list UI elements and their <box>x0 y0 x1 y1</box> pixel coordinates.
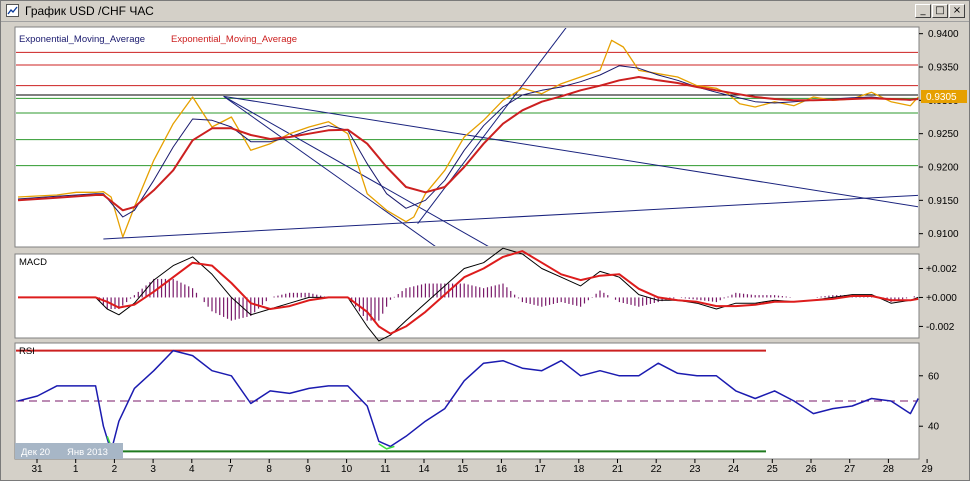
legend-ema-1: Exponential_Moving_Average <box>19 34 145 45</box>
x-tick-2: 2 <box>112 464 118 475</box>
chart-area: Exponential_Moving_Average Exponential_M… <box>1 22 969 480</box>
rsi-ytick-1: 40 <box>928 422 940 433</box>
x-tick-21: 21 <box>612 464 624 475</box>
x-tick-31: 31 <box>31 464 43 475</box>
price-ytick-6: 0.9100 <box>928 229 959 240</box>
x-tick-28: 28 <box>883 464 895 475</box>
chart-window: График USD /CHF ЧАС _ □ × Exponential_Mo… <box>0 0 970 481</box>
rsi-panel[interactable]: RSI 60 40 Дек 20 Янв 2013 <box>14 342 940 460</box>
x-tick-8: 8 <box>266 464 272 475</box>
current-price-label: 0.9305 <box>926 92 957 103</box>
date-label-jan: Янв 2013 <box>67 447 108 458</box>
x-tick-24: 24 <box>728 464 740 475</box>
x-tick-9: 9 <box>305 464 311 475</box>
date-label-box: Дек 20 Янв 2013 <box>15 443 123 459</box>
title-bar: График USD /CHF ЧАС _ □ × <box>1 1 969 22</box>
macd-ytick-0: +0.002 <box>926 264 957 275</box>
x-tick-1: 1 <box>73 464 79 475</box>
date-label-dec: Дек 20 <box>21 447 50 458</box>
price-ytick-4: 0.9200 <box>928 163 959 174</box>
x-tick-25: 25 <box>767 464 779 475</box>
macd-ytick-2: -0.002 <box>926 322 955 333</box>
price-ytick-1: 0.9350 <box>928 63 959 74</box>
chart-window-icon <box>6 4 19 17</box>
close-button[interactable]: × <box>949 4 965 18</box>
current-price-tag: 0.9305 <box>921 90 967 103</box>
x-tick-17: 17 <box>535 464 547 475</box>
x-tick-3: 3 <box>150 464 156 475</box>
x-tick-15: 15 <box>457 464 469 475</box>
rsi-title: RSI <box>19 346 35 357</box>
maximize-button[interactable]: □ <box>932 4 948 18</box>
x-tick-14: 14 <box>418 464 430 475</box>
x-tick-22: 22 <box>651 464 663 475</box>
macd-panel[interactable]: MACD +0.002 +0.000 -0.002 <box>14 247 957 342</box>
x-tick-29: 29 <box>922 464 934 475</box>
x-tick-10: 10 <box>341 464 353 475</box>
macd-ytick-1: +0.000 <box>926 293 957 304</box>
x-tick-16: 16 <box>496 464 508 475</box>
minimize-button[interactable]: _ <box>915 4 931 18</box>
price-ytick-0: 0.9400 <box>928 29 959 40</box>
rsi-ytick-0: 60 <box>928 371 940 382</box>
price-ytick-5: 0.9150 <box>928 196 959 207</box>
price-panel[interactable]: Exponential_Moving_Average Exponential_M… <box>14 22 967 250</box>
x-tick-7: 7 <box>228 464 234 475</box>
x-tick-18: 18 <box>573 464 585 475</box>
x-tick-11: 11 <box>380 464 391 475</box>
x-tick-23: 23 <box>689 464 701 475</box>
legend-ema-2: Exponential_Moving_Average <box>171 34 297 45</box>
x-tick-4: 4 <box>189 464 195 475</box>
x-tick-26: 26 <box>805 464 817 475</box>
macd-title: MACD <box>19 257 47 268</box>
price-ytick-3: 0.9250 <box>928 129 959 140</box>
window-title: График USD /CHF ЧАС <box>25 4 154 18</box>
x-tick-27: 27 <box>844 464 856 475</box>
